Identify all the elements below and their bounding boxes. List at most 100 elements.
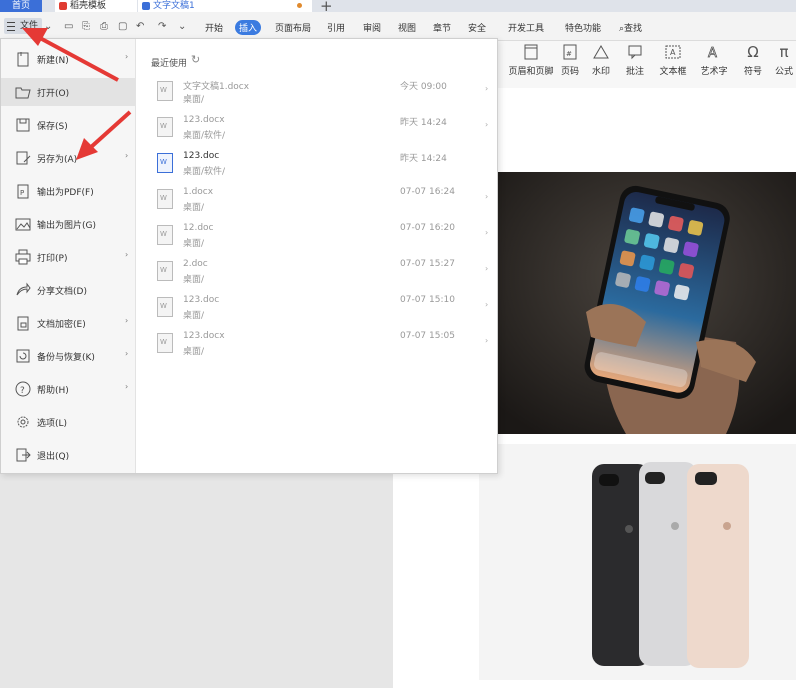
svg-text:P: P (20, 189, 24, 197)
recent-file-item[interactable]: W 12.doc 桌面/ 07-07 16:20 › (151, 221, 491, 255)
symbol-icon: Ω (747, 43, 759, 61)
menu-item-exit[interactable]: 退出(Q) (1, 441, 135, 469)
header-footer-icon (508, 41, 554, 63)
insert-ribbon: 页眉和页脚 # 页码 水印 批注 A 文本框 A 艺术字 Ω 符号 π 公式 (496, 41, 796, 89)
preview-quick-icon[interactable]: ▢ (118, 21, 127, 32)
page-number-button[interactable]: # 页码 (558, 41, 582, 81)
more-dropdown-icon[interactable]: ⌄ (178, 21, 186, 32)
page-number-icon: # (558, 41, 582, 63)
tab-start[interactable]: 开始 (205, 21, 223, 34)
menu-item-help[interactable]: ? 帮助(H) › (1, 375, 135, 403)
recent-file-path: 桌面/ (183, 311, 205, 321)
recent-file-time: 07-07 15:05 (400, 331, 455, 341)
tab-bar: 首页 稻壳模板 文字文稿1 + (0, 0, 796, 15)
document-icon: W (157, 297, 173, 317)
chevron-right-icon: › (125, 52, 129, 61)
recent-file-path: 桌面/ (183, 239, 205, 249)
menu-item-save[interactable]: 保存(S) (1, 111, 135, 139)
recent-file-item[interactable]: W 123.doc 桌面/ 07-07 15:10 › (151, 293, 491, 327)
menu-item-open[interactable]: 打开(O) (1, 78, 135, 106)
menu-item-export-image[interactable]: 输出为图片(G) (1, 210, 135, 238)
header-footer-button[interactable]: 页眉和页脚 (508, 41, 554, 81)
document-icon: W (157, 189, 173, 209)
undo-icon[interactable]: ↶ (136, 21, 144, 32)
tab-developer[interactable]: 开发工具 (508, 21, 544, 34)
menu-item-print-label: 打印(P) (37, 254, 68, 264)
chevron-right-icon: › (485, 84, 489, 93)
textbox-button[interactable]: A 文本框 (656, 41, 690, 81)
chevron-right-icon: › (125, 382, 129, 391)
menu-item-share[interactable]: 分享文档(D) (1, 276, 135, 304)
chevron-right-icon: › (485, 120, 489, 129)
watermark-icon (588, 41, 614, 63)
watermark-button[interactable]: 水印 (588, 41, 614, 81)
recent-file-item[interactable]: W 123.doc 桌面/软件/ 昨天 14:24 (151, 149, 491, 183)
formula-icon: π (779, 43, 789, 61)
recent-file-time: 07-07 15:10 (400, 295, 455, 305)
unsaved-dot-icon (297, 3, 302, 8)
recent-file-item[interactable]: W 123.docx 桌面/软件/ 昨天 14:24 › (151, 113, 491, 147)
redo-icon[interactable]: ↷ (158, 21, 166, 32)
menu-item-encrypt-label: 文档加密(E) (37, 320, 86, 330)
pdf-icon: P (15, 183, 31, 199)
tab-template[interactable]: 稻壳模板 (55, 0, 137, 12)
tab-chapter[interactable]: 章节 (433, 21, 451, 34)
watermark-label: 水印 (591, 67, 610, 77)
file-menu-button[interactable]: 文件 (4, 18, 42, 34)
symbol-button[interactable]: Ω 符号 (740, 41, 766, 81)
wordart-label: 艺术字 (700, 67, 728, 77)
refresh-icon[interactable]: ↻ (191, 53, 200, 66)
export-pdf-quick-icon[interactable]: ⎘ (82, 21, 90, 32)
menu-item-share-label: 分享文档(D) (37, 287, 87, 297)
comment-button[interactable]: 批注 (622, 41, 648, 81)
encrypt-icon (15, 315, 31, 331)
menu-item-print[interactable]: 打印(P) › (1, 243, 135, 271)
recent-file-item[interactable]: W 1.docx 桌面/ 07-07 16:24 › (151, 185, 491, 219)
print-quick-icon[interactable]: ⎙ (100, 21, 108, 32)
wordart-button[interactable]: A 艺术字 (696, 41, 732, 81)
tab-template-label: 稻壳模板 (70, 1, 107, 11)
tab-insert[interactable]: 插入 (235, 20, 262, 35)
document-icon: W (157, 117, 173, 137)
chevron-down-icon[interactable]: ⌄ (44, 21, 52, 32)
menu-item-export-pdf[interactable]: P 输出为PDF(F) (1, 177, 135, 205)
tab-security[interactable]: 安全 (468, 21, 486, 34)
document-icon: W (157, 333, 173, 353)
menu-item-backup-label: 备份与恢复(K) (37, 353, 95, 363)
tab-features[interactable]: 特色功能 (565, 21, 601, 34)
menu-item-options[interactable]: 选项(L) (1, 408, 135, 436)
save-quick-icon[interactable]: ▭ (64, 21, 73, 32)
recent-file-time: 昨天 14:24 (400, 154, 447, 164)
menu-item-new[interactable]: 新建(N) › (1, 45, 135, 73)
file-menu-label: 文件 (20, 21, 39, 31)
tab-page-layout[interactable]: 页面布局 (275, 21, 311, 34)
recent-file-time: 07-07 15:27 (400, 259, 455, 269)
menu-item-save-label: 保存(S) (37, 122, 68, 132)
recent-file-name: 123.docx (183, 115, 225, 125)
tab-review[interactable]: 审阅 (363, 21, 381, 34)
tab-reference[interactable]: 引用 (327, 21, 345, 34)
tab-document-label: 文字文稿1 (153, 1, 195, 11)
backup-icon (15, 348, 31, 364)
tab-home[interactable]: 首页 (0, 0, 42, 12)
menu-item-open-label: 打开(O) (37, 89, 70, 99)
recent-file-name: 12.doc (183, 223, 214, 233)
textbox-icon: A (656, 41, 690, 63)
menu-item-backup[interactable]: 备份与恢复(K) › (1, 342, 135, 370)
chevron-right-icon: › (485, 300, 489, 309)
options-icon (15, 414, 31, 430)
menu-item-save-as[interactable]: 另存为(A) › (1, 144, 135, 172)
recent-file-item[interactable]: W 文字文稿1.docx 桌面/ 今天 09:00 › (151, 77, 491, 111)
recent-file-name: 123.doc (183, 295, 220, 305)
recent-file-item[interactable]: W 123.docx 桌面/ 07-07 15:05 › (151, 329, 491, 363)
tab-document[interactable]: 文字文稿1 (138, 0, 312, 12)
recent-file-item[interactable]: W 2.doc 桌面/ 07-07 15:27 › (151, 257, 491, 291)
tab-view[interactable]: 视图 (398, 21, 416, 34)
writer-logo-icon (142, 1, 150, 10)
save-as-icon (15, 150, 31, 166)
search-button[interactable]: ⌕查找 (619, 21, 642, 34)
chevron-right-icon: › (125, 349, 129, 358)
menu-item-encrypt[interactable]: 文档加密(E) › (1, 309, 135, 337)
file-menu-list: 新建(N) › 打开(O) 保存(S) 另存为(A) › P 输出为PDF(F)… (1, 39, 136, 473)
formula-button[interactable]: π 公式 (772, 41, 796, 81)
